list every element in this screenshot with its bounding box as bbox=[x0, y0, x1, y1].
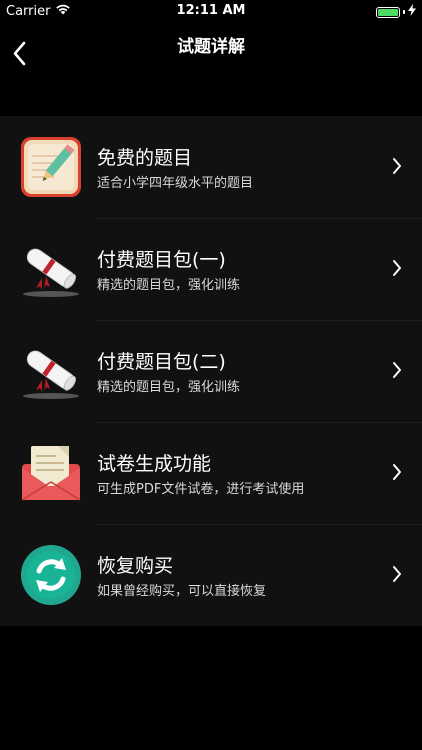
item-subtitle: 精选的题目包，强化训练 bbox=[97, 278, 241, 293]
status-time: 12:11 AM bbox=[176, 3, 246, 18]
item-subtitle: 如果曾经购买，可以直接恢复 bbox=[97, 584, 267, 599]
list-item-restore-purchase[interactable]: 恢复购买 如果曾经购买，可以直接恢复 bbox=[0, 524, 422, 626]
menu-list: 免费的题目 适合小学四年级水平的题目 付费题目包(一) 精选的题目包，强化训练 bbox=[0, 116, 422, 626]
item-subtitle: 可生成PDF文件试卷，进行考试使用 bbox=[97, 482, 305, 497]
notebook-pencil-icon bbox=[20, 136, 82, 198]
diploma-scroll-icon bbox=[20, 340, 82, 402]
navigation-bar: 试题详解 bbox=[0, 22, 422, 66]
status-right bbox=[376, 4, 416, 20]
battery-tip bbox=[403, 10, 405, 14]
charging-bolt-icon bbox=[408, 4, 416, 20]
battery-icon bbox=[376, 6, 400, 18]
list-item-paid-pack-1[interactable]: 付费题目包(一) 精选的题目包，强化训练 bbox=[0, 218, 422, 320]
list-item-free-questions[interactable]: 免费的题目 适合小学四年级水平的题目 bbox=[0, 116, 422, 218]
list-item-paid-pack-2[interactable]: 付费题目包(二) 精选的题目包，强化训练 bbox=[0, 320, 422, 422]
chevron-right-icon bbox=[393, 362, 401, 378]
envelope-icon bbox=[20, 442, 82, 504]
list-item-exam-generator[interactable]: 试卷生成功能 可生成PDF文件试卷，进行考试使用 bbox=[0, 422, 422, 524]
item-subtitle: 精选的题目包，强化训练 bbox=[97, 380, 241, 395]
item-title: 付费题目包(二) bbox=[97, 351, 226, 373]
diploma-scroll-icon bbox=[20, 238, 82, 300]
item-subtitle: 适合小学四年级水平的题目 bbox=[97, 176, 254, 191]
item-title: 免费的题目 bbox=[97, 147, 193, 169]
page-title: 试题详解 bbox=[177, 37, 245, 57]
chevron-right-icon bbox=[393, 464, 401, 480]
chevron-right-icon bbox=[393, 260, 401, 276]
chevron-right-icon bbox=[393, 566, 401, 582]
item-title: 恢复购买 bbox=[97, 555, 174, 577]
status-bar: Carrier 12:11 AM bbox=[0, 0, 422, 22]
restore-icon bbox=[20, 544, 82, 606]
chevron-right-icon bbox=[393, 158, 401, 174]
item-title: 试卷生成功能 bbox=[97, 453, 212, 475]
item-title: 付费题目包(一) bbox=[97, 249, 226, 271]
